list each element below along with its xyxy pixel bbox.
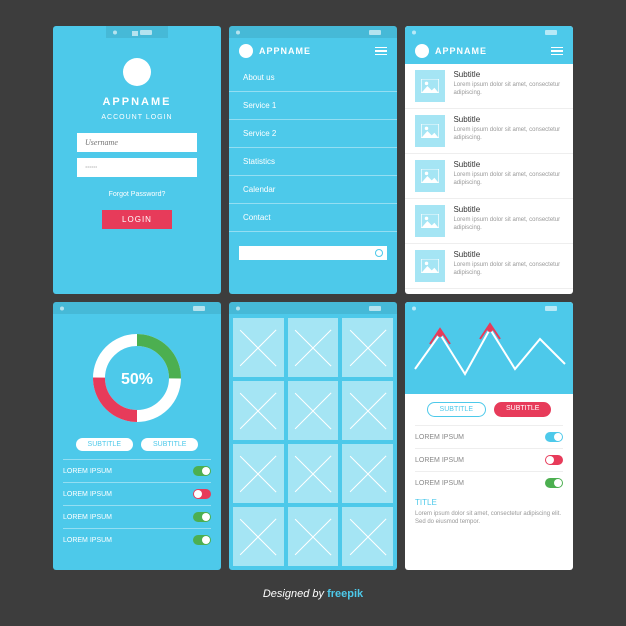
menu-item-statistics[interactable]: Statistics (229, 148, 397, 176)
status-bar (229, 26, 397, 38)
toggle-row: Lorem ipsum (63, 482, 211, 505)
login-button[interactable]: LOGIN (102, 210, 172, 229)
gallery-tile[interactable] (342, 318, 393, 377)
list-item[interactable]: Subtitle Lorem ipsum dolor sit amet, cons… (405, 244, 573, 289)
gallery-tile[interactable] (233, 381, 284, 440)
image-placeholder-icon (415, 160, 445, 192)
section-title: TITLE (405, 494, 573, 509)
toggle-row: Lorem ipsum (415, 471, 563, 494)
gallery-tile[interactable] (288, 318, 339, 377)
line-chart (405, 314, 573, 394)
app-header: APPNAME (405, 38, 573, 64)
toggle-row: Lorem ipsum (415, 448, 563, 471)
pill-button[interactable]: Subtitle (76, 438, 133, 451)
app-title: APPNAME (102, 96, 171, 108)
toggle-row: Lorem ipsum (63, 505, 211, 528)
brand-name: freepik (327, 588, 363, 600)
app-logo (239, 44, 253, 58)
toggle-switch[interactable] (193, 512, 211, 522)
item-body: Lorem ipsum dolor sit amet, consectetur … (453, 217, 563, 233)
list-item[interactable]: Subtitle Lorem ipsum dolor sit amet, cons… (405, 109, 573, 154)
item-title: Subtitle (453, 115, 563, 124)
pill-button[interactable]: Subtitle (141, 438, 198, 451)
toggle-switch[interactable] (545, 455, 563, 465)
gallery-tile[interactable] (288, 507, 339, 566)
screen-gallery (229, 302, 397, 570)
item-title: Subtitle (453, 160, 563, 169)
gallery-tile[interactable] (342, 507, 393, 566)
image-placeholder-icon (415, 70, 445, 102)
status-bar (53, 302, 221, 314)
password-input[interactable] (77, 158, 197, 177)
gallery-tile[interactable] (288, 381, 339, 440)
username-input[interactable] (77, 133, 197, 152)
list-item[interactable]: Subtitle Lorem ipsum dolor sit amet, cons… (405, 64, 573, 109)
item-body: Lorem ipsum dolor sit amet, consectetur … (453, 82, 563, 98)
item-body: Lorem ipsum dolor sit amet, consectetur … (453, 127, 563, 143)
menu-item-contact[interactable]: Contact (229, 204, 397, 232)
toggle-switch[interactable] (545, 432, 563, 442)
screen-list: APPNAME Subtitle Lorem ipsum dolor sit am… (405, 26, 573, 294)
item-title: Subtitle (453, 250, 563, 259)
status-bar (405, 26, 573, 38)
menu-item-calendar[interactable]: Calendar (229, 176, 397, 204)
app-logo (415, 44, 429, 58)
gallery-tile[interactable] (288, 444, 339, 503)
toggle-switch[interactable] (193, 535, 211, 545)
gallery-tile[interactable] (233, 318, 284, 377)
gallery-tile[interactable] (233, 507, 284, 566)
gallery-tile[interactable] (342, 444, 393, 503)
gallery-tile[interactable] (342, 381, 393, 440)
menu-item-service2[interactable]: Service 2 (229, 120, 397, 148)
gallery-grid (229, 314, 397, 570)
toggle-row: Lorem ipsum (63, 459, 211, 482)
screen-menu: APPNAME About us Service 1 Service 2 Sta… (229, 26, 397, 294)
toggle-row: Lorem ipsum (63, 528, 211, 551)
search-input[interactable] (239, 246, 387, 260)
toggle-switch[interactable] (193, 489, 211, 499)
credit-line: Designed by freepik (263, 588, 363, 600)
donut-chart: 50% (53, 314, 221, 438)
status-bar (106, 26, 168, 38)
screen-login: APPNAME ACCOUNT LOGIN Forgot Password? L… (53, 26, 221, 294)
pill-button[interactable]: SUBTITLE (494, 402, 551, 417)
menu-item-service1[interactable]: Service 1 (229, 92, 397, 120)
status-bar (405, 302, 573, 314)
image-placeholder-icon (415, 115, 445, 147)
status-bar (229, 302, 397, 314)
item-body: Lorem ipsum dolor sit amet, consectetur … (453, 172, 563, 188)
app-title: APPNAME (259, 46, 311, 56)
section-body: Lorem ipsum dolor sit amet, consectetur … (405, 509, 573, 533)
image-placeholder-icon (415, 205, 445, 237)
toggle-switch[interactable] (545, 478, 563, 488)
menu-item-about[interactable]: About us (229, 64, 397, 92)
pill-button[interactable]: SUBTITLE (427, 402, 486, 417)
app-title: APPNAME (435, 46, 487, 56)
app-header: APPNAME (229, 38, 397, 64)
item-body: Lorem ipsum dolor sit amet, consectetur … (453, 262, 563, 278)
percent-label: 50% (121, 371, 153, 388)
menu-icon[interactable] (551, 47, 563, 56)
app-logo (123, 58, 151, 86)
toggle-row: Lorem ipsum (415, 425, 563, 448)
toggle-switch[interactable] (193, 466, 211, 476)
list-item[interactable]: Subtitle Lorem ipsum dolor sit amet, cons… (405, 199, 573, 244)
item-title: Subtitle (453, 70, 563, 79)
login-heading: ACCOUNT LOGIN (101, 114, 172, 121)
menu-icon[interactable] (375, 47, 387, 56)
screen-settings: SUBTITLE SUBTITLE Lorem ipsum Lorem ipsu… (405, 302, 573, 570)
item-title: Subtitle (453, 205, 563, 214)
image-placeholder-icon (415, 250, 445, 282)
content-list: Subtitle Lorem ipsum dolor sit amet, cons… (405, 64, 573, 294)
gallery-tile[interactable] (233, 444, 284, 503)
forgot-password-link[interactable]: Forgot Password? (109, 191, 166, 198)
list-item[interactable]: Subtitle Lorem ipsum dolor sit amet, cons… (405, 154, 573, 199)
screen-stats: 50% Subtitle Subtitle Lorem ipsum Lorem … (53, 302, 221, 570)
